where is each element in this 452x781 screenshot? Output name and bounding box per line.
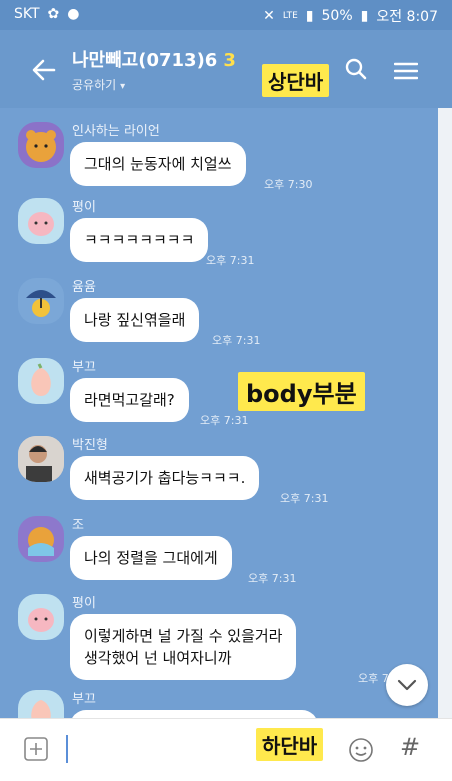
clock: 오전 8:07 — [376, 9, 438, 25]
message-bubble[interactable] — [70, 710, 318, 718]
menu-icon[interactable] — [394, 62, 418, 80]
avatar[interactable] — [18, 594, 64, 640]
carrier-label: SKT — [14, 6, 40, 22]
emoji-icon[interactable] — [348, 737, 374, 763]
avatar[interactable] — [18, 358, 64, 404]
bottom-annotation: 하단바 — [256, 728, 324, 761]
avatar[interactable] — [18, 198, 64, 244]
avatar[interactable] — [18, 122, 64, 168]
sender-name: 윰윰 — [72, 280, 96, 295]
member-count: 3 — [223, 50, 236, 71]
caret-down-icon: ▾ — [120, 81, 126, 92]
sender-name: 조 — [72, 518, 84, 533]
message-line: 이렇게하면 널 가질 수 있을거라 — [84, 627, 283, 645]
input-bar: # — [0, 718, 452, 781]
plus-icon[interactable] — [24, 737, 48, 761]
message-bubble[interactable]: 라면먹고갈래? — [70, 378, 189, 422]
message-line: 생각했어 넌 내여자니까 — [84, 649, 232, 667]
avatar[interactable] — [18, 278, 64, 324]
search-icon[interactable] — [345, 58, 367, 80]
sender-name: 평이 — [72, 200, 96, 215]
chat-status-icon: ● — [67, 6, 80, 22]
battery-icon: ▮ — [360, 8, 369, 24]
message-bubble[interactable]: 이렇게하면 널 가질 수 있을거라 생각했어 넌 내여자니까 — [70, 614, 297, 680]
mute-icon: ✕ — [263, 8, 275, 24]
message-time: 오후 7:31 — [200, 414, 249, 427]
hash-icon[interactable]: # — [400, 733, 420, 761]
message-time: 오후 7:31 — [206, 254, 255, 267]
sender-name: 인사하는 라이언 — [72, 124, 160, 139]
avatar[interactable] — [18, 516, 64, 562]
message-time: 오후 7:31 — [280, 492, 329, 505]
back-arrow-icon[interactable] — [30, 56, 58, 84]
room-name: 나만빼고(0713)6 — [72, 50, 218, 71]
share-label: 공유하기 — [72, 78, 117, 92]
message-bubble[interactable]: 그대의 눈동자에 치얼쓰 — [70, 142, 246, 186]
chat-title: 나만빼고(0713)6 3 — [72, 46, 236, 72]
chat-header: 나만빼고(0713)6 3 공유하기 ▾ — [0, 30, 452, 108]
sender-name: 부끄 — [72, 360, 96, 375]
network-label: LTE — [282, 11, 298, 21]
avatar[interactable] — [18, 690, 64, 718]
message-bubble[interactable]: 나랑 짚신엮을래 — [70, 298, 200, 342]
avatar[interactable] — [18, 436, 64, 482]
header-annotation: 상단바 — [262, 64, 330, 97]
settings-status-icon: ✿ — [47, 6, 60, 22]
scrollbar[interactable] — [438, 108, 452, 718]
message-input[interactable] — [66, 735, 68, 763]
message-bubble[interactable]: 나의 정렬을 그대에게 — [70, 536, 232, 580]
battery-label: 50% — [321, 8, 353, 24]
message-time: 오후 7:31 — [248, 572, 297, 585]
body-annotation: body부분 — [238, 372, 365, 411]
signal-icon: ▮ — [305, 8, 314, 24]
message-bubble[interactable]: 새벽공기가 춥다능ㅋㅋㅋ. — [70, 456, 260, 500]
chevron-down-icon — [397, 679, 417, 691]
status-bar: SKT ✿ ● ✕ LTE ▮ 50% ▮ 오전 8:07 — [0, 0, 452, 30]
sender-name: 부끄 — [72, 692, 96, 707]
message-time: 오후 7:30 — [264, 178, 313, 191]
sender-name: 평이 — [72, 596, 96, 611]
chat-body[interactable]: 인사하는 라이언 그대의 눈동자에 치얼쓰 오후 7:30 평이 ㅋㅋㅋㅋㅋㅋㅋ… — [0, 108, 438, 718]
message-time: 오후 7:31 — [212, 334, 261, 347]
message-bubble[interactable]: ㅋㅋㅋㅋㅋㅋㅋㅋ — [70, 218, 209, 262]
share-link[interactable]: 공유하기 ▾ — [72, 76, 125, 93]
scroll-down-button[interactable] — [386, 664, 428, 706]
sender-name: 박진형 — [72, 438, 108, 453]
